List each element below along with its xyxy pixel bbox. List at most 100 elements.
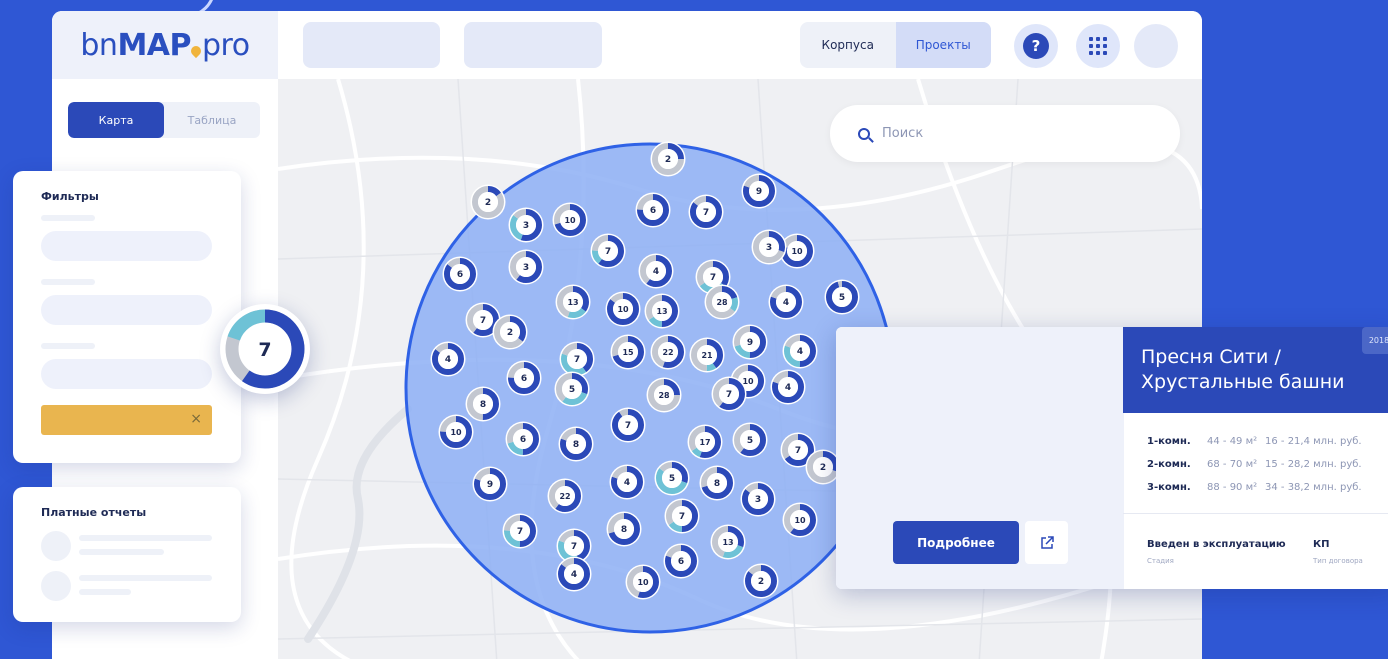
cluster-count: 5 <box>569 385 575 395</box>
cluster-count: 6 <box>521 374 527 384</box>
cluster-marker[interactable]: 5 <box>654 460 690 496</box>
cluster-marker[interactable]: 5 <box>824 279 860 315</box>
cluster-marker[interactable]: 6 <box>505 421 541 457</box>
cluster-count: 3 <box>766 243 772 253</box>
cluster-count: 4 <box>783 298 789 308</box>
close-icon[interactable]: × <box>190 411 202 427</box>
cluster-marker[interactable]: 6 <box>635 192 671 228</box>
cluster-marker[interactable]: 2 <box>492 314 528 350</box>
filter-field-3[interactable] <box>41 359 212 389</box>
cluster-marker[interactable]: 13 <box>555 284 591 320</box>
cluster-count: 4 <box>445 355 451 365</box>
contract-type-label: Тип договора <box>1313 557 1363 565</box>
cluster-count: 7 <box>571 542 577 552</box>
stage-value: Введен в эксплуатацию <box>1147 539 1286 550</box>
cluster-count: 3 <box>523 263 529 273</box>
cluster-marker[interactable]: 4 <box>609 464 645 500</box>
cluster-count: 10 <box>617 305 629 314</box>
cluster-marker[interactable]: 6 <box>506 360 542 396</box>
cluster-marker[interactable]: 2 <box>743 563 779 599</box>
report-text-placeholder <box>79 535 212 541</box>
apartment-row: 3-комн. 88 - 90 м² 34 - 38,2 млн. руб. <box>1147 482 1362 493</box>
filter-field-1[interactable] <box>41 231 212 261</box>
cluster-count: 28 <box>658 391 670 400</box>
cluster-marker[interactable]: 4 <box>782 333 818 369</box>
more-details-button[interactable]: Подробнее <box>893 521 1019 564</box>
cluster-marker[interactable]: 10 <box>605 291 641 327</box>
cluster-marker[interactable]: 8 <box>465 386 501 422</box>
cluster-marker[interactable]: 13 <box>710 524 746 560</box>
cluster-marker[interactable]: 5 <box>554 371 590 407</box>
filter-field-2[interactable] <box>41 295 212 325</box>
selected-cluster-count: 7 <box>258 339 271 361</box>
cluster-marker[interactable]: 8 <box>699 465 735 501</box>
cluster-count: 9 <box>756 187 762 197</box>
cluster-marker[interactable]: 7 <box>664 498 700 534</box>
selected-cluster-marker[interactable]: 7 <box>220 304 310 394</box>
cluster-count: 4 <box>797 347 803 357</box>
cluster-marker[interactable]: 7 <box>590 233 626 269</box>
cluster-marker[interactable]: 4 <box>768 284 804 320</box>
cluster-marker[interactable]: 22 <box>547 478 583 514</box>
donut-chart-icon: 7 <box>225 309 305 389</box>
active-filter-chip[interactable]: × <box>41 405 212 435</box>
cluster-marker[interactable]: 7 <box>559 341 595 377</box>
report-text-placeholder <box>79 549 164 555</box>
cluster-count: 3 <box>755 495 761 505</box>
cluster-marker[interactable]: 4 <box>770 369 806 405</box>
cluster-marker[interactable]: 4 <box>430 341 466 377</box>
cluster-count: 8 <box>573 440 579 450</box>
cluster-marker[interactable]: 8 <box>558 426 594 462</box>
cluster-marker[interactable]: 7 <box>610 407 646 443</box>
cluster-marker[interactable]: 10 <box>438 414 474 450</box>
cluster-marker[interactable]: 7 <box>502 513 538 549</box>
cluster-marker[interactable]: 9 <box>741 173 777 209</box>
cluster-marker[interactable]: 3 <box>508 207 544 243</box>
cluster-count: 5 <box>669 474 675 484</box>
cluster-marker[interactable]: 3 <box>751 229 787 265</box>
apt-price: 15 - 28,2 млн. руб. <box>1265 459 1362 470</box>
cluster-marker[interactable]: 7 <box>711 376 747 412</box>
cluster-count: 3 <box>523 221 529 231</box>
cluster-marker[interactable]: 3 <box>740 481 776 517</box>
cluster-marker[interactable]: 9 <box>472 466 508 502</box>
cluster-marker[interactable]: 15 <box>610 334 646 370</box>
cluster-marker[interactable]: 17 <box>687 424 723 460</box>
cluster-count: 2 <box>665 155 671 165</box>
cluster-marker[interactable]: 6 <box>663 543 699 579</box>
cluster-marker[interactable]: 4 <box>638 253 674 289</box>
cluster-count: 7 <box>795 446 801 456</box>
cluster-marker[interactable]: 7 <box>688 194 724 230</box>
cluster-marker[interactable]: 5 <box>732 422 768 458</box>
cluster-marker[interactable]: 2 <box>650 141 686 177</box>
cluster-marker[interactable]: 28 <box>646 377 682 413</box>
divider <box>1123 513 1388 514</box>
cluster-count: 6 <box>520 435 526 445</box>
external-link-button[interactable] <box>1025 521 1068 564</box>
cluster-count: 2 <box>820 463 826 473</box>
cluster-count: 4 <box>624 478 630 488</box>
cluster-count: 4 <box>785 383 791 393</box>
apt-area: 44 - 49 м² <box>1207 436 1258 447</box>
cluster-marker[interactable]: 28 <box>704 284 740 320</box>
cluster-marker[interactable]: 9 <box>732 324 768 360</box>
cluster-marker[interactable]: 21 <box>689 337 725 373</box>
cluster-marker[interactable]: 10 <box>782 502 818 538</box>
cluster-marker[interactable]: 10 <box>625 564 661 600</box>
cluster-marker[interactable]: 10 <box>552 202 588 238</box>
filter-label-placeholder <box>41 279 95 285</box>
cluster-marker[interactable]: 22 <box>650 334 686 370</box>
cluster-count: 10 <box>450 428 462 437</box>
cluster-marker[interactable]: 2 <box>470 184 506 220</box>
cluster-marker[interactable]: 13 <box>644 293 680 329</box>
search-input[interactable]: Поиск <box>882 126 923 141</box>
search-bar[interactable]: Поиск <box>830 105 1180 162</box>
cluster-count: 7 <box>710 273 716 283</box>
apt-price: 34 - 38,2 млн. руб. <box>1265 482 1362 493</box>
apartment-row: 2-комн. 68 - 70 м² 15 - 28,2 млн. руб. <box>1147 459 1362 470</box>
cluster-marker[interactable]: 4 <box>556 556 592 592</box>
report-text-placeholder <box>79 575 212 581</box>
cluster-marker[interactable]: 6 <box>442 256 478 292</box>
cluster-marker[interactable]: 8 <box>606 511 642 547</box>
cluster-marker[interactable]: 3 <box>508 249 544 285</box>
